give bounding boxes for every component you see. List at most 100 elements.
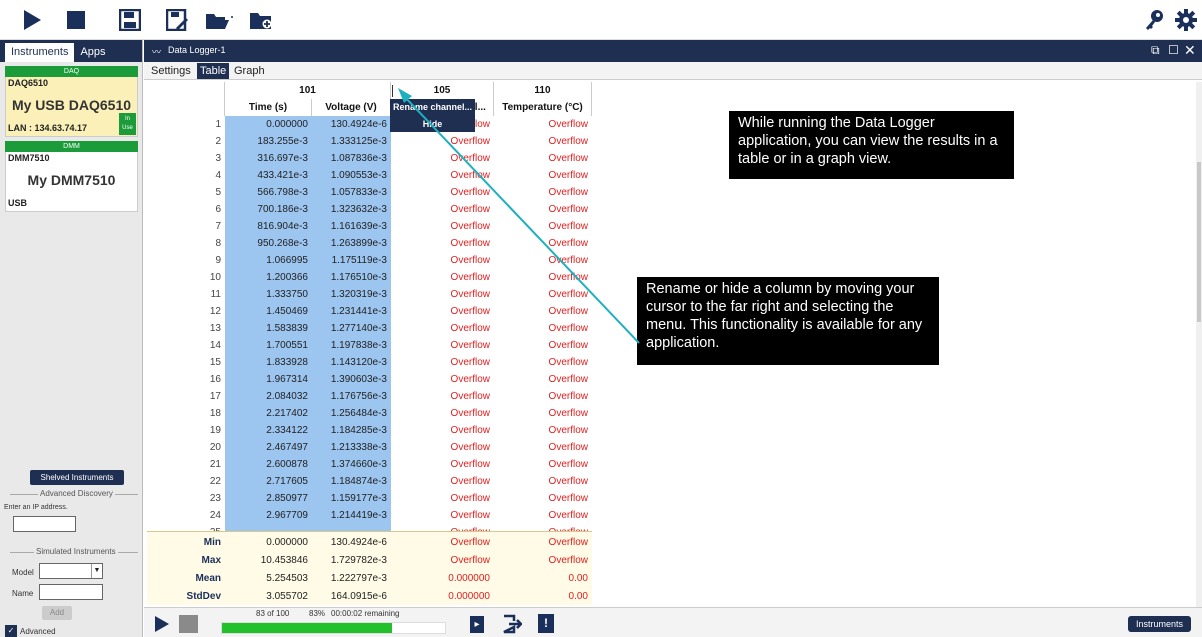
gear-icon[interactable] [1175, 8, 1197, 32]
scrollbar-thumb[interactable] [1197, 162, 1201, 322]
table-cell: Overflow [450, 391, 490, 402]
open-folder-icon[interactable] [204, 8, 234, 32]
instrument-panel: Instruments Apps DAQ DAQ6510 My USB DAQ6… [0, 40, 143, 637]
table-cell: 1.057833e-3 [312, 184, 391, 201]
stop-icon[interactable] [179, 615, 198, 633]
table-cell: 24 [209, 510, 221, 521]
column-header-blank [147, 99, 225, 116]
table-cell: Overflow [548, 408, 588, 419]
table-cell: 1.700551 [225, 337, 312, 354]
stats-cell: Mean [195, 573, 221, 584]
instrument-card-dmm[interactable]: DMM DMM7510 My DMM7510 USB [5, 141, 138, 212]
table-cell: 2.850977 [225, 490, 312, 507]
table-cell: Overflow [450, 289, 490, 300]
tab-table[interactable]: Table [197, 63, 230, 79]
table-cell: 13 [209, 323, 221, 334]
table-cell: Overflow [548, 357, 588, 368]
table-row: 23 2.850977 1.159177e-3 Overflow Overflow [147, 490, 592, 507]
table-cell: 950.268e-3 [225, 235, 312, 252]
table-cell: Overflow [548, 204, 588, 215]
table-cell: 1.583839 [225, 320, 312, 337]
tab-settings[interactable]: Settings [148, 63, 194, 79]
channel-header-blank [147, 82, 225, 99]
tab-instruments[interactable]: Instruments [5, 43, 75, 62]
menu-item-rename-channel[interactable]: Rename channel... [390, 99, 475, 116]
main-toolbar [0, 0, 1202, 40]
status-bar: 83 of 100 83% 00:00:02 remaining ▸ ! Ins… [144, 607, 1202, 637]
step-icon[interactable]: ▸ [470, 616, 484, 633]
table-cell: 1.231441e-3 [312, 303, 391, 320]
table-row: 10.000000130.4924e-6OverflowOverflow [147, 116, 592, 133]
export-icon[interactable] [502, 614, 523, 637]
column-header-temperature[interactable]: Temperature (°C) [494, 99, 592, 116]
instrument-title: My USB DAQ6510 [11, 97, 132, 113]
column-header-time[interactable]: Time (s) [225, 99, 312, 116]
table-row: 2 183.255e-3 1.333125e-3 Overflow Overflow [147, 133, 592, 150]
column-resize-handle[interactable] [392, 85, 393, 97]
table-cell: 1.833928 [225, 354, 312, 371]
progress-bar [221, 622, 446, 634]
instruments-button[interactable]: Instruments [1128, 616, 1191, 632]
add-button[interactable]: Add [42, 606, 72, 620]
table-cell: 9 [215, 255, 221, 266]
stats-cell: StdDev [186, 591, 221, 602]
table-row: 5 566.798e-3 1.057833e-3 Overflow Overflow [147, 184, 592, 201]
ip-address-input[interactable] [13, 516, 76, 532]
table-cell: 2.467497 [225, 439, 312, 456]
window-title-bar: 〰 Data Logger-1 ⧉ ☐ ✕ [144, 40, 1202, 62]
play-icon[interactable] [20, 8, 44, 32]
table-cell: 0.000000 [225, 116, 312, 133]
table-cell: Overflow [548, 442, 588, 453]
popout-icon[interactable]: ⧉ [1151, 43, 1160, 58]
new-folder-icon[interactable] [248, 8, 274, 32]
stats-cell: Min [203, 537, 221, 548]
menu-item-hide[interactable]: Hide [390, 116, 475, 132]
model-select[interactable]: ▼ [39, 563, 103, 579]
stats-row: StdDev 3.055702 164.0915e-6 0.000000 0.00 [147, 588, 592, 605]
progress-percent: 83% [309, 609, 326, 618]
table-cell: Overflow [450, 425, 490, 436]
table-row: 21 2.600878 1.374660e-3 Overflow Overflow [147, 456, 592, 473]
table-cell: 1.161639e-3 [312, 218, 391, 235]
tab-graph[interactable]: Graph [231, 63, 268, 79]
close-icon[interactable]: ✕ [1184, 42, 1196, 59]
table-cell: 1.090553e-3 [312, 167, 391, 184]
vertical-scrollbar[interactable] [1196, 82, 1202, 607]
chevron-down-icon[interactable]: ✓ [5, 625, 17, 637]
table-cell: Overflow [548, 255, 588, 266]
table-cell: Overflow [548, 187, 588, 198]
table-cell: Overflow [548, 119, 588, 130]
save-icon[interactable] [118, 8, 142, 32]
column-context-menu: Rename channel... Hide [390, 99, 475, 132]
stop-icon[interactable] [64, 8, 88, 32]
save-as-icon[interactable] [165, 8, 189, 32]
table-cell: 1 [215, 119, 221, 130]
instrument-card-daq[interactable]: DAQ DAQ6510 My USB DAQ6510 LAN : 134.63.… [5, 66, 138, 137]
play-icon[interactable] [154, 615, 170, 636]
table-row: 4 433.421e-3 1.090553e-3 Overflow Overflow [147, 167, 592, 184]
table-row: 19 2.334122 1.184285e-3 Overflow Overflow [147, 422, 592, 439]
data-logger-icon: 〰 [152, 47, 162, 57]
table-cell: 316.697e-3 [225, 150, 312, 167]
channel-header: 110 [494, 82, 592, 99]
maximize-icon[interactable]: ☐ [1168, 43, 1179, 57]
tab-apps[interactable]: Apps [74, 43, 111, 62]
table-cell: 183.255e-3 [225, 133, 312, 150]
stats-cell: Overflow [548, 555, 588, 566]
key-icon[interactable] [1143, 8, 1165, 32]
column-header-voltage[interactable]: Voltage (V) [312, 99, 391, 116]
table-cell: Overflow [450, 221, 490, 232]
table-row: 16 1.967314 1.390603e-3 Overflow Overflow [147, 371, 592, 388]
shelved-instruments-button[interactable]: Shelved Instruments [30, 470, 124, 485]
advanced-label[interactable]: Advanced [20, 627, 56, 636]
tip-callout: Rename or hide a column by moving your c… [637, 277, 939, 365]
table-cell: 1.320319e-3 [312, 286, 391, 303]
name-input[interactable] [39, 584, 103, 600]
table-cell: Overflow [548, 272, 588, 283]
info-icon[interactable]: ! [538, 614, 554, 633]
table-cell: 1.159177e-3 [312, 490, 391, 507]
stats-cell: 0.00 [568, 573, 588, 584]
name-label: Name [12, 589, 34, 598]
table-cell: 11 [210, 289, 221, 300]
table-cell: 19 [209, 425, 221, 436]
